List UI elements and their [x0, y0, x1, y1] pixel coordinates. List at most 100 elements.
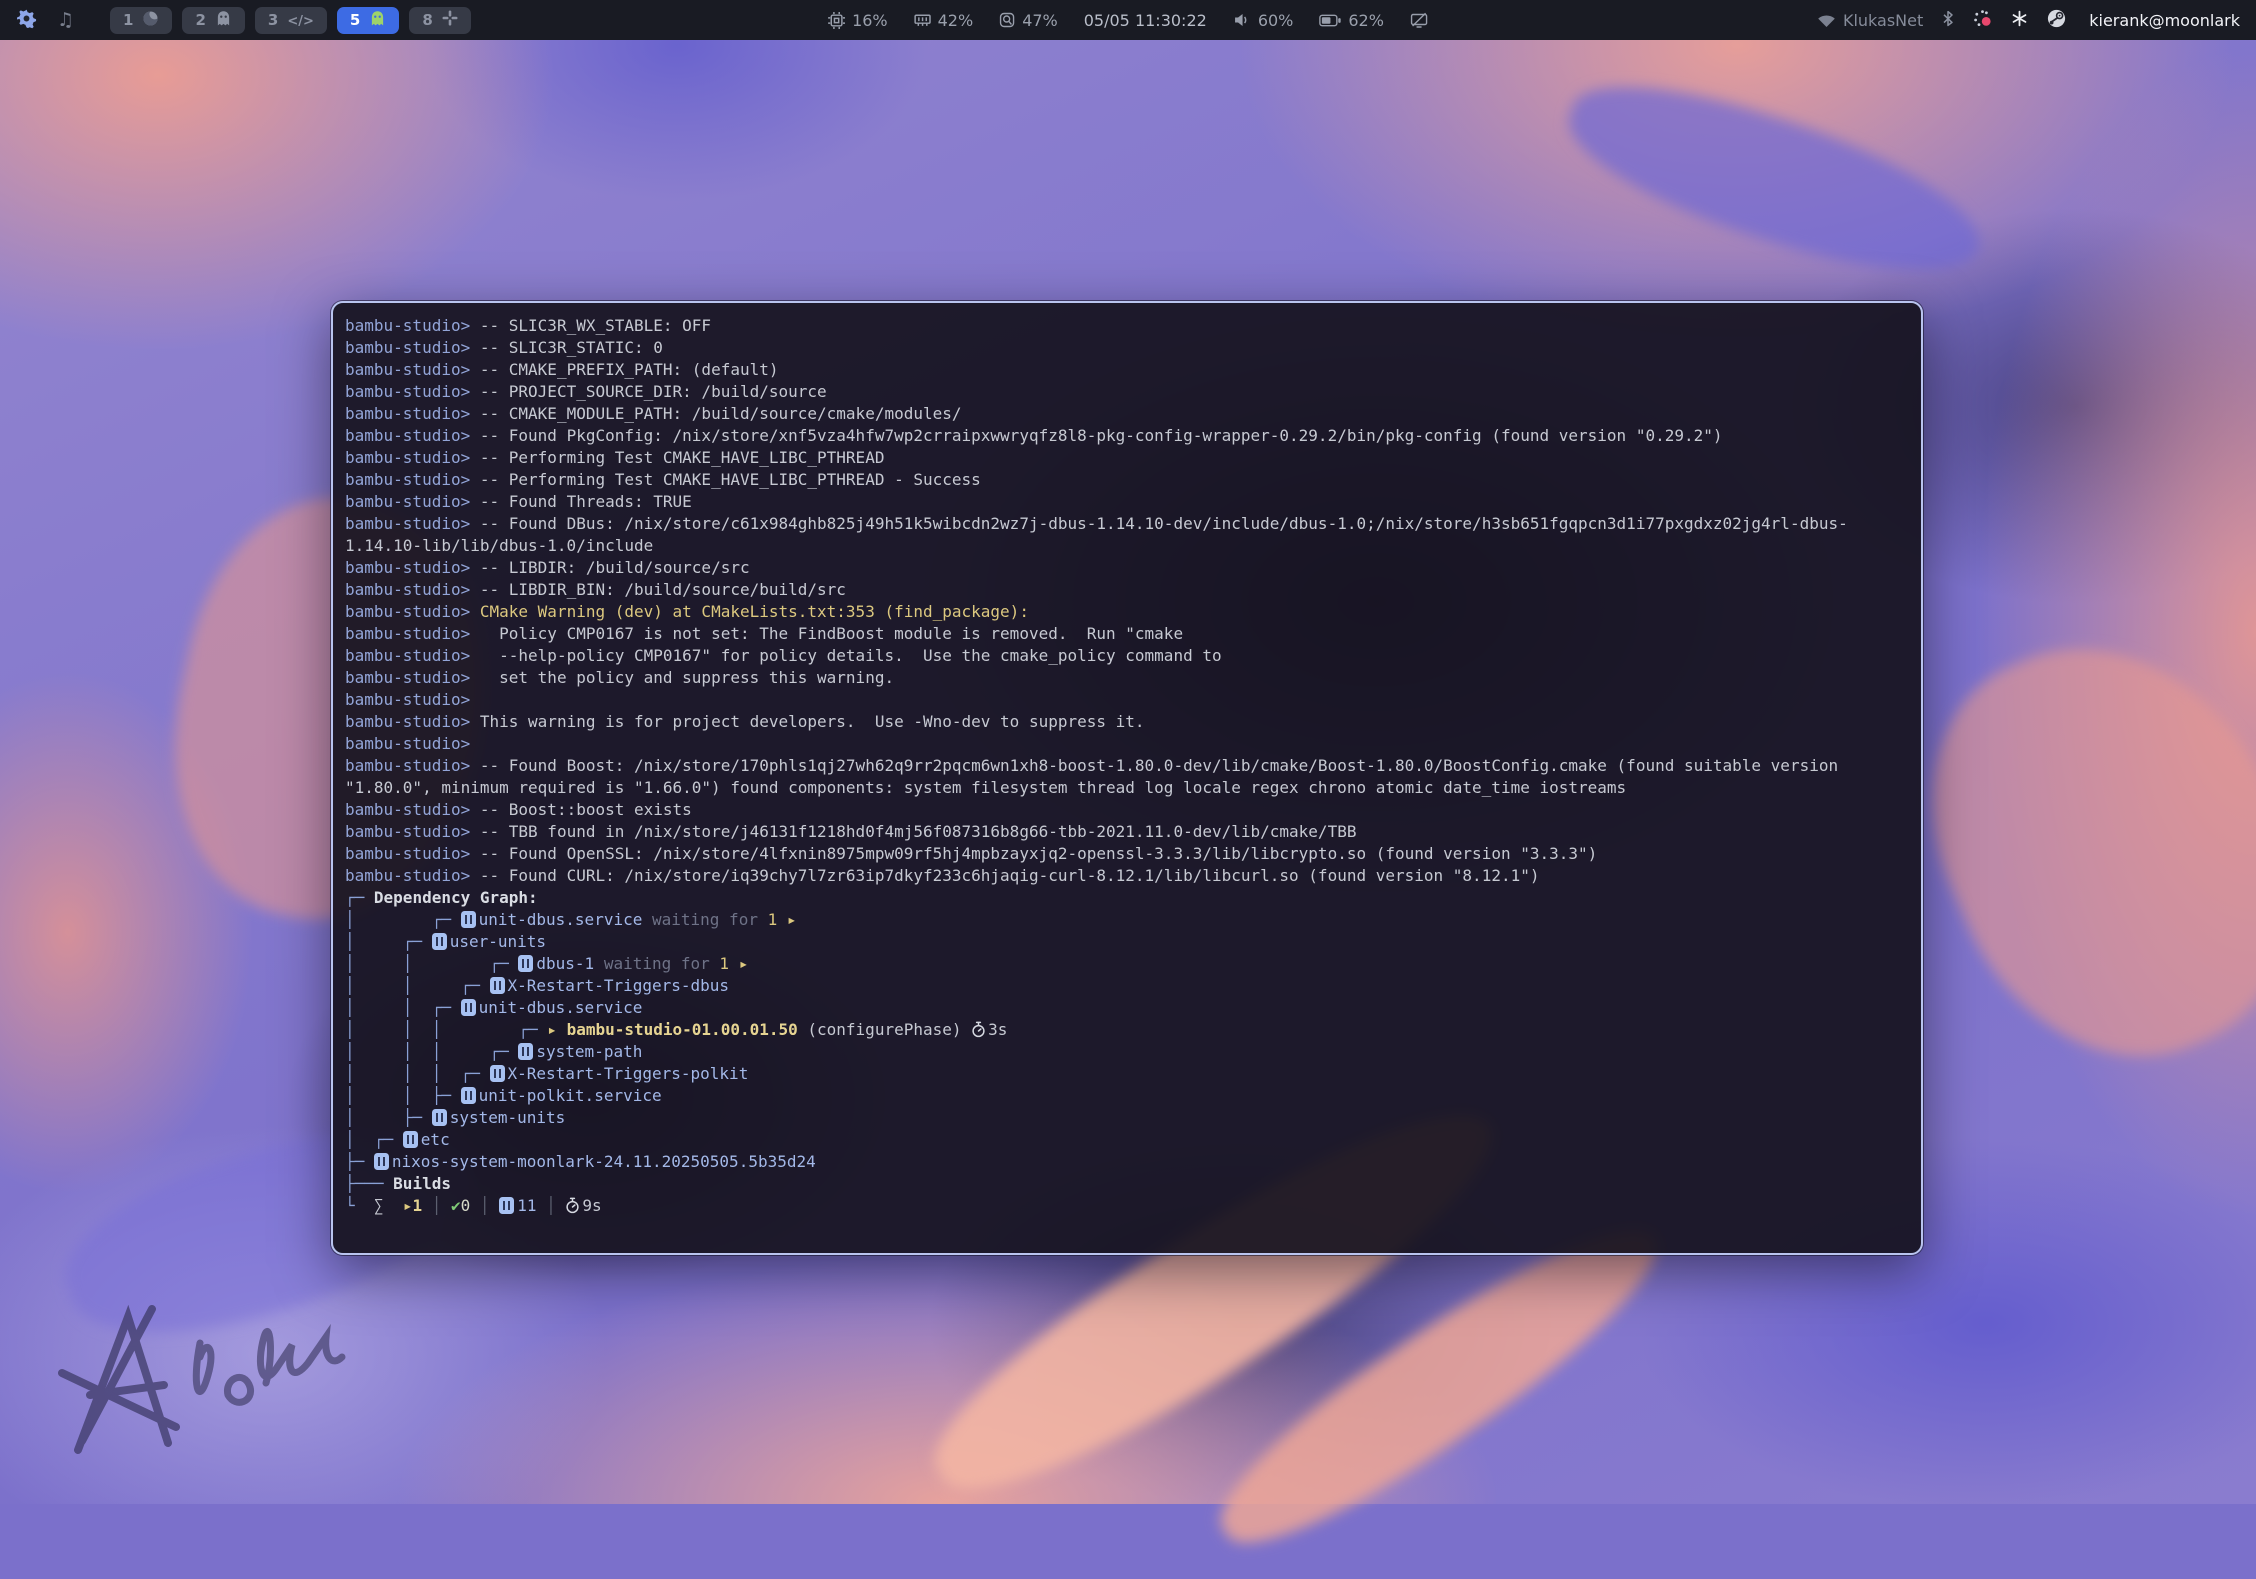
terminal-prompt: bambu-studio>: [345, 624, 470, 643]
tray-asterisk-icon[interactable]: [2011, 10, 2028, 31]
artist-signature: [48, 1255, 358, 1470]
memory-value: 42%: [938, 11, 974, 30]
terminal-text-segment: 1: [719, 954, 738, 973]
tray-spinner-icon[interactable]: [1973, 9, 1992, 32]
terminal-text-segment: -- Found PkgConfig: /nix/store/xnf5vza4h…: [480, 426, 1723, 445]
nix-menu-icon[interactable]: [16, 8, 37, 33]
terminal-text-segment: Builds: [393, 1174, 451, 1193]
terminal-text-segment: CMake Warning (dev) at CMakeLists.txt:35…: [480, 602, 1029, 621]
terminal-text-segment: │ │ │ ┌─: [345, 1042, 518, 1061]
terminal-text-segment: │: [422, 1196, 451, 1215]
terminal-text-segment: -- Boost::boost exists: [480, 800, 692, 819]
workspace-pill-8[interactable]: 8: [409, 7, 470, 34]
terminal-text-segment: unit-dbus.service: [479, 998, 643, 1017]
battery-value: 62%: [1348, 11, 1384, 30]
terminal-text-segment: system-path: [536, 1042, 642, 1061]
terminal-line: │ │ ┌─ dbus-1 waiting for 1 ▸: [345, 953, 1909, 975]
terminal-line: ├─── Builds: [345, 1173, 1909, 1195]
pause-badge-icon: [490, 1065, 505, 1082]
terminal-line: bambu-studio> -- Found PkgConfig: /nix/s…: [345, 425, 1909, 447]
terminal-text-segment: -- Found DBus: /nix/store/c61x984ghb825j…: [480, 514, 1848, 533]
terminal-text-segment: │: [470, 1196, 499, 1215]
terminal-text-segment: user-units: [450, 932, 546, 951]
ghost-icon: [215, 10, 232, 31]
clock-module: 05/05 11:30:22: [1084, 11, 1207, 30]
terminal-text-segment: ▸: [403, 1196, 413, 1215]
volume-module[interactable]: 60%: [1233, 11, 1294, 30]
workspace-pill-1[interactable]: 1: [110, 7, 172, 34]
bar-right-modules: KlukasNet: [1817, 9, 2256, 32]
terminal-prompt: bambu-studio>: [345, 690, 470, 709]
terminal-text-segment: -- Found OpenSSL: /nix/store/4lfxnin8975…: [480, 844, 1597, 863]
terminal-prompt: bambu-studio>: [345, 448, 470, 467]
terminal-line: bambu-studio> -- TBB found in /nix/store…: [345, 821, 1909, 843]
terminal-text-segment: This warning is for project developers. …: [480, 712, 1145, 731]
cpu-module: 16%: [828, 11, 888, 30]
terminal-text-segment: bambu-studio-01.00.01.50: [567, 1020, 798, 1039]
terminal-prompt: bambu-studio>: [345, 382, 470, 401]
bluetooth-icon[interactable]: [1942, 10, 1954, 31]
code-icon: </>: [287, 11, 314, 29]
workspace-pill-3[interactable]: 3</>: [255, 7, 327, 34]
terminal-text-segment: -- LIBDIR_BIN: /build/source/build/src: [480, 580, 846, 599]
pause-badge-icon: [403, 1131, 418, 1148]
idle-inhibit-module[interactable]: [1410, 12, 1428, 29]
terminal-line: │ ├─ system-units: [345, 1107, 1909, 1129]
terminal-text-segment: -- TBB found in /nix/store/j46131f1218hd…: [480, 822, 1357, 841]
terminal-prompt: bambu-studio>: [345, 404, 470, 423]
terminal-window[interactable]: bambu-studio> -- SLIC3R_WX_STABLE: OFF ba…: [331, 301, 1923, 1255]
terminal-text-segment: etc: [421, 1130, 450, 1149]
steam-tray-icon[interactable]: [2047, 9, 2066, 32]
workspace-pill-2[interactable]: 2: [182, 7, 244, 34]
terminal-text-segment: │ │ │ ┌─: [345, 1064, 490, 1083]
terminal-line: │ ┌─ unit-dbus.service waiting for 1 ▸: [345, 909, 1909, 931]
terminal-text-segment: waiting for: [642, 910, 767, 929]
terminal-text-segment: 9s: [582, 1196, 601, 1215]
terminal-text-segment: ├───: [345, 1174, 393, 1193]
terminal-prompt: bambu-studio>: [345, 338, 470, 357]
terminal-prompt: bambu-studio>: [345, 316, 470, 335]
stopwatch-icon: [565, 1197, 580, 1220]
pause-badge-icon: [461, 999, 476, 1016]
workspace-number: 8: [422, 11, 432, 29]
terminal-text-segment: Dependency Graph:: [374, 888, 538, 907]
terminal-text-segment: Policy CMP0167 is not set: The FindBoost…: [480, 624, 1183, 643]
terminal-text-segment: ▸: [547, 1020, 566, 1039]
terminal-text-segment: ✔: [451, 1196, 461, 1215]
memory-module: 42%: [914, 11, 974, 30]
status-bar: ♫ 12 3</> 5 8 16% 42%: [0, 0, 2256, 40]
pause-badge-icon: [432, 933, 447, 950]
terminal-text-segment: set the policy and suppress this warning…: [480, 668, 894, 687]
terminal-text-segment: ∑: [374, 1196, 403, 1215]
terminal-line: └ ∑ ▸1 │ ✔0 │ 11 │ 9s: [345, 1195, 1909, 1217]
terminal-line: ├─ nixos-system-moonlark-24.11.20250505.…: [345, 1151, 1909, 1173]
terminal-text-segment: │: [536, 1196, 565, 1215]
wifi-icon: [1817, 13, 1836, 28]
network-module[interactable]: KlukasNet: [1817, 11, 1923, 30]
terminal-text-segment: │ │ ┌─: [345, 954, 518, 973]
terminal-text-segment: waiting for: [594, 954, 719, 973]
terminal-text-segment: │ ┌─: [345, 910, 461, 929]
terminal-text-segment: X-Restart-Triggers-dbus: [508, 976, 730, 995]
terminal-text-segment: │ │ ┌─: [345, 976, 490, 995]
wallpaper-brush-stroke: [1879, 591, 2256, 1109]
terminal-prompt: bambu-studio>: [345, 492, 470, 511]
music-player-icon[interactable]: ♫: [57, 11, 74, 30]
workspace-pill-5[interactable]: 5: [337, 7, 399, 34]
terminal-text-segment: -- CMAKE_MODULE_PATH: /build/source/cmak…: [480, 404, 962, 423]
terminal-prompt: bambu-studio>: [345, 712, 470, 731]
battery-module: 62%: [1319, 11, 1384, 30]
monitor-slash-icon: [1410, 12, 1428, 29]
terminal-line: "1.80.0", minimum required is "1.66.0") …: [345, 777, 1909, 799]
terminal-line: bambu-studio>: [345, 689, 1909, 711]
pause-badge-icon: [461, 911, 476, 928]
terminal-text-segment: -- Found CURL: /nix/store/iq39chy7l7zr63…: [480, 866, 1540, 885]
terminal-text-segment: -- SLIC3R_WX_STABLE: OFF: [480, 316, 711, 335]
terminal-line: bambu-studio>: [345, 733, 1909, 755]
terminal-text-segment: 1: [768, 910, 787, 929]
terminal-text-segment: "1.80.0", minimum required is "1.66.0") …: [345, 778, 1626, 797]
terminal-text-segment: └: [345, 1196, 374, 1215]
terminal-text-segment: -- Performing Test CMAKE_HAVE_LIBC_PTHRE…: [480, 448, 885, 467]
terminal-text-segment: 1: [412, 1196, 422, 1215]
ghost-icon: [369, 10, 386, 31]
